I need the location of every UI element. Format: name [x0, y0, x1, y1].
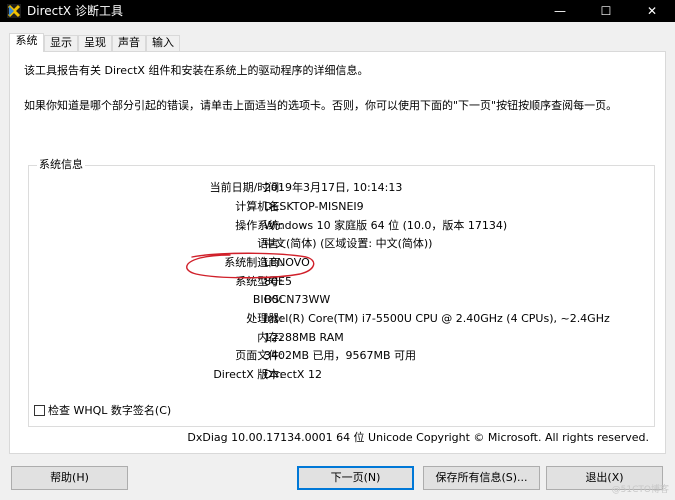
- info-row-language: 语言: 中文(简体) (区域设置: 中文(简体)): [29, 237, 649, 251]
- tab-system[interactable]: 系统: [9, 33, 44, 52]
- whql-checkbox[interactable]: [34, 405, 45, 416]
- info-row-model: 系统型号: 80E5: [29, 275, 649, 289]
- tab-sound[interactable]: 声音: [112, 35, 146, 51]
- info-row-os: 操作系统: Windows 10 家庭版 64 位 (10.0，版本 17134…: [29, 219, 649, 233]
- system-info-title: 系统信息: [37, 158, 85, 172]
- save-all-info-button[interactable]: 保存所有信息(S)...: [423, 466, 540, 490]
- info-value: 2019年3月17日, 10:14:13: [264, 181, 403, 194]
- info-value: Windows 10 家庭版 64 位 (10.0，版本 17134): [264, 219, 508, 232]
- tab-input[interactable]: 输入: [146, 35, 180, 51]
- info-row-bios: BIOS: B0CN73WW: [29, 293, 649, 307]
- whql-label[interactable]: 检查 WHQL 数字签名(C): [48, 404, 171, 418]
- maximize-button[interactable]: ☐: [583, 0, 629, 22]
- info-value: 80E5: [264, 275, 292, 288]
- info-value: 3402MB 已用，9567MB 可用: [264, 349, 417, 362]
- intro-line-1: 该工具报告有关 DirectX 组件和安装在系统上的驱动程序的详细信息。: [24, 64, 369, 77]
- info-value: Intel(R) Core(TM) i7-5500U CPU @ 2.40GHz…: [264, 312, 610, 325]
- tab-display[interactable]: 显示: [44, 35, 78, 51]
- info-row-processor: 处理器: Intel(R) Core(TM) i7-5500U CPU @ 2.…: [29, 312, 649, 326]
- minimize-button[interactable]: —: [537, 0, 583, 22]
- tab-render[interactable]: 呈现: [78, 35, 112, 51]
- directx-icon: [7, 4, 21, 18]
- info-row-directx-version: DirectX 版本: DirectX 12: [29, 368, 649, 382]
- info-value: B0CN73WW: [264, 293, 331, 306]
- window-title: DirectX 诊断工具: [27, 4, 123, 18]
- close-button[interactable]: ✕: [629, 0, 675, 22]
- info-row-manufacturer: 系统制造商: LENOVO: [29, 256, 649, 270]
- info-row-page-file: 页面文件: 3402MB 已用，9567MB 可用: [29, 349, 649, 363]
- help-button[interactable]: 帮助(H): [11, 466, 128, 490]
- system-tab-panel: 该工具报告有关 DirectX 组件和安装在系统上的驱动程序的详细信息。 如果你…: [9, 51, 666, 454]
- info-row-datetime: 当前日期/时间: 2019年3月17日, 10:14:13: [29, 181, 649, 195]
- intro-line-2: 如果你知道是哪个部分引起的错误，请单击上面适当的选项卡。否则，你可以使用下面的"…: [24, 99, 618, 112]
- version-copyright: DxDiag 10.00.17134.0001 64 位 Unicode Cop…: [187, 431, 649, 444]
- info-value: LENOVO: [264, 256, 310, 269]
- info-row-memory: 内存: 12288MB RAM: [29, 331, 649, 345]
- info-row-computer-name: 计算机名: DESKTOP-MISNEI9: [29, 200, 649, 214]
- info-value: 12288MB RAM: [264, 331, 344, 344]
- title-bar[interactable]: DirectX 诊断工具 — ☐ ✕: [0, 0, 675, 22]
- info-value: 中文(简体) (区域设置: 中文(简体)): [264, 237, 433, 250]
- info-value: DirectX 12: [264, 368, 322, 381]
- system-info-group: 系统信息 当前日期/时间: 2019年3月17日, 10:14:13 计算机名:…: [28, 158, 655, 427]
- watermark: @51CTO博客: [611, 485, 669, 495]
- info-value: DESKTOP-MISNEI9: [264, 200, 364, 213]
- next-page-button[interactable]: 下一页(N): [297, 466, 414, 490]
